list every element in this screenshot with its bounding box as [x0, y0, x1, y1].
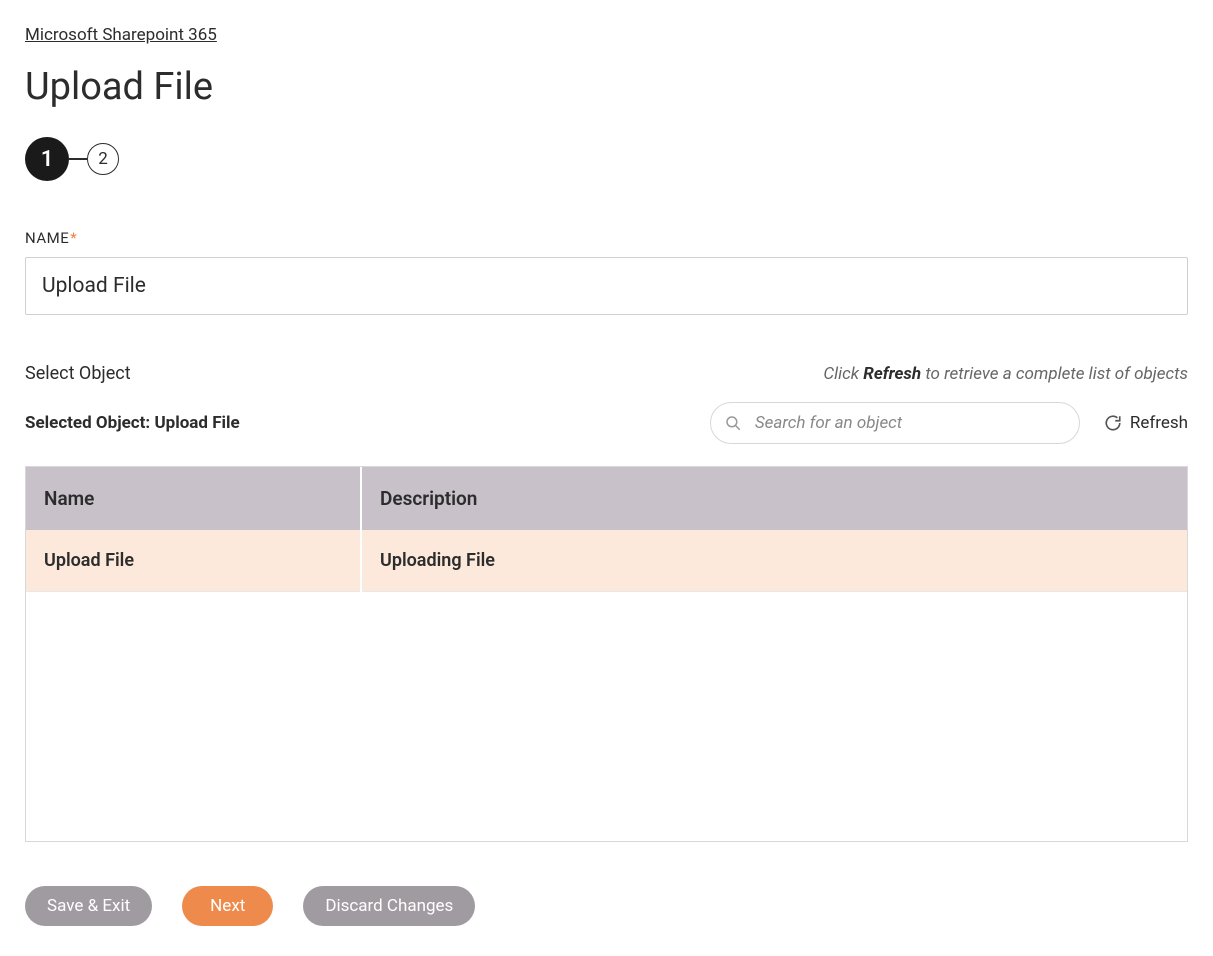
page-title: Upload File: [25, 65, 1188, 109]
breadcrumb-link[interactable]: Microsoft Sharepoint 365: [25, 25, 217, 45]
object-table-wrapper: Name Description Upload File Uploading F…: [25, 466, 1188, 842]
selected-object-prefix: Selected Object:: [25, 413, 154, 433]
table-row[interactable]: Upload File Uploading File: [26, 530, 1187, 592]
table-cell-description: Uploading File: [361, 530, 1187, 592]
step-connector: [69, 158, 87, 160]
name-label-text: NAME: [25, 229, 69, 247]
discard-button[interactable]: Discard Changes: [303, 886, 475, 926]
table-header-name[interactable]: Name: [26, 467, 361, 530]
stepper: 1 2: [25, 137, 1188, 181]
search-box: [710, 402, 1080, 444]
step-2[interactable]: 2: [87, 143, 119, 175]
hint-prefix: Click: [823, 364, 863, 384]
save-exit-button[interactable]: Save & Exit: [25, 886, 152, 926]
table-header-description[interactable]: Description: [361, 467, 1187, 530]
selected-object-value: Upload File: [154, 413, 239, 433]
search-icon: [724, 414, 742, 432]
next-button[interactable]: Next: [182, 886, 273, 926]
hint-bold: Refresh: [863, 364, 921, 384]
name-input[interactable]: [25, 257, 1188, 315]
search-input[interactable]: [710, 402, 1080, 444]
hint-suffix: to retrieve a complete list of objects: [921, 364, 1188, 384]
table-cell-name: Upload File: [26, 530, 361, 592]
selected-object-text: Selected Object: Upload File: [25, 413, 240, 433]
select-object-label: Select Object: [25, 363, 131, 384]
refresh-button[interactable]: Refresh: [1104, 413, 1188, 433]
required-indicator: *: [70, 229, 77, 247]
object-table: Name Description Upload File Uploading F…: [26, 467, 1187, 592]
name-field-label: NAME*: [25, 229, 1188, 247]
refresh-hint: Click Refresh to retrieve a complete lis…: [823, 364, 1188, 384]
step-1[interactable]: 1: [25, 137, 69, 181]
refresh-label: Refresh: [1130, 413, 1188, 433]
refresh-icon: [1104, 414, 1122, 432]
